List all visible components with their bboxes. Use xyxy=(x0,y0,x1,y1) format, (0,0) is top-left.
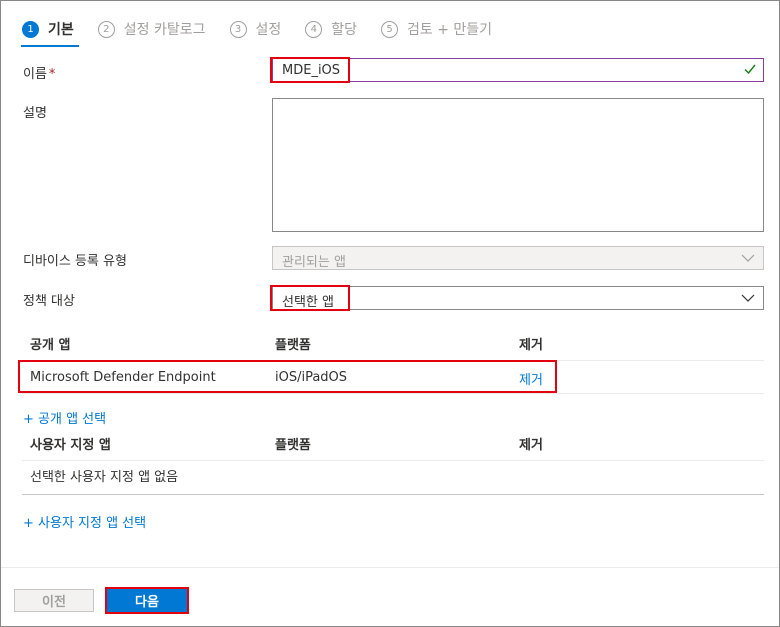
step-number: 5 xyxy=(381,20,399,38)
policy-target-label: 정책 대상 xyxy=(23,294,75,309)
step-label: 설정 카탈로그 xyxy=(123,22,206,38)
chevron-down-icon xyxy=(741,254,755,262)
name-label-text: 이름 xyxy=(23,67,47,82)
step-label: 설정 xyxy=(255,22,282,38)
chevron-down-icon xyxy=(741,294,755,302)
step-number: 4 xyxy=(305,20,323,38)
target-highlight-box xyxy=(270,285,350,311)
select-custom-apps-link[interactable]: + 사용자 지정 앱 선택 xyxy=(23,512,146,531)
step-number: 1 xyxy=(22,20,39,38)
enrollment-type-label: 디바이스 등록 유형 xyxy=(23,254,127,269)
next-button-highlight xyxy=(105,587,189,614)
step-review-create[interactable]: 5 검토 + 만들기 xyxy=(381,19,492,39)
public-app-row-highlight xyxy=(18,360,557,393)
platform-header: 플랫폼 xyxy=(275,438,311,453)
window-frame xyxy=(0,0,780,627)
enrollment-type-value: 관리되는 앱 xyxy=(282,255,346,270)
description-field[interactable] xyxy=(272,98,764,232)
step-number: 2 xyxy=(97,20,115,38)
divider xyxy=(22,393,764,394)
divider xyxy=(22,494,764,495)
step-number: 3 xyxy=(229,20,247,38)
description-label: 설명 xyxy=(23,106,47,121)
step-assignments[interactable]: 4 할당 xyxy=(305,19,357,39)
required-marker: * xyxy=(48,67,56,82)
previous-button[interactable]: 이전 xyxy=(14,589,94,612)
name-label: 이름 * xyxy=(23,63,55,82)
custom-apps-header: 사용자 지정 앱 xyxy=(30,438,111,453)
remove-header: 제거 xyxy=(519,438,543,453)
name-highlight-box xyxy=(270,57,350,83)
step-label: 기본 xyxy=(48,22,74,38)
remove-header: 제거 xyxy=(519,338,543,353)
step-basics[interactable]: 1 기본 xyxy=(22,19,74,39)
step-label: 검토 + 만들기 xyxy=(407,22,493,38)
platform-header: 플랫폼 xyxy=(275,338,311,353)
public-apps-header: 공개 앱 xyxy=(30,338,71,353)
enrollment-type-select: 관리되는 앱 xyxy=(272,246,764,270)
step-settings[interactable]: 3 설정 xyxy=(229,19,282,39)
checkmark-icon xyxy=(744,64,756,75)
divider xyxy=(22,460,764,461)
select-public-apps-link[interactable]: + 공개 앱 선택 xyxy=(23,408,106,427)
active-step-underline xyxy=(21,45,79,47)
step-settings-catalog[interactable]: 2 설정 카탈로그 xyxy=(97,19,206,39)
step-label: 할당 xyxy=(331,22,358,38)
footer-divider xyxy=(1,567,779,568)
wizard-steps: 1 기본 2 설정 카탈로그 3 설정 4 할당 5 검토 + 만들기 xyxy=(22,18,516,40)
no-custom-apps-text: 선택한 사용자 지정 앱 없음 xyxy=(30,470,179,485)
